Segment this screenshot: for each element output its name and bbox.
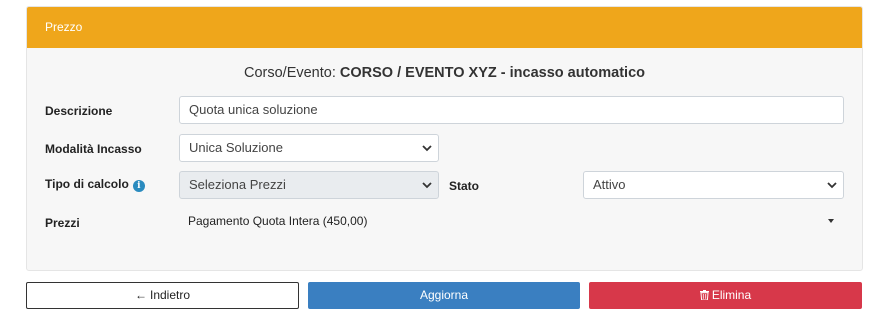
modalita-incasso-value: Unica Soluzione xyxy=(189,140,283,155)
trash-icon xyxy=(699,290,709,300)
descrizione-label: Descrizione xyxy=(45,104,113,118)
course-subtitle-prefix: Corso/Evento: xyxy=(243,65,340,81)
prezzi-select[interactable]: Pagamento Quota Intera (450,00) xyxy=(179,210,842,232)
info-icon[interactable]: i xyxy=(132,180,145,192)
prezzi-value: Pagamento Quota Intera (450,00) xyxy=(188,214,368,228)
prezzi-label: Prezzi xyxy=(45,216,80,230)
chevron-down-icon xyxy=(422,145,432,152)
panel-title: Prezzo xyxy=(27,7,862,48)
update-label: Aggiorna xyxy=(419,288,469,302)
tipo-calcolo-value: Seleziona Prezzi xyxy=(189,177,286,192)
modalita-incasso-select[interactable]: Unica Soluzione xyxy=(179,134,439,162)
modalita-incasso-label: Modalità Incasso xyxy=(45,142,142,156)
course-name: CORSO / EVENTO XYZ - incasso automatico xyxy=(339,65,646,81)
chevron-down-icon xyxy=(827,182,837,189)
update-button[interactable]: Aggiorna xyxy=(308,282,580,309)
delete-button[interactable]: Elimina xyxy=(589,282,862,309)
tipo-calcolo-label: Tipo di calcolo xyxy=(45,177,129,191)
back-label: Indietro xyxy=(149,288,191,302)
stato-value: Attivo xyxy=(593,177,626,192)
descrizione-value: Quota unica soluzione xyxy=(189,102,318,117)
stato-label: Stato xyxy=(449,179,479,193)
arrow-left-icon: ← xyxy=(134,288,147,302)
stato-select[interactable]: Attivo xyxy=(583,171,844,199)
delete-label: Elimina xyxy=(711,288,752,302)
tipo-calcolo-select[interactable]: Seleziona Prezzi xyxy=(179,171,439,199)
course-subtitle: Corso/Evento: CORSO / EVENTO XYZ - incas… xyxy=(27,65,862,81)
caret-down-icon xyxy=(828,219,834,223)
tipo-calcolo-label-wrap: Tipo di calcolo i xyxy=(45,177,145,192)
descrizione-input[interactable]: Quota unica soluzione xyxy=(179,96,844,124)
back-button[interactable]: ← Indietro xyxy=(26,282,299,309)
chevron-down-icon xyxy=(422,182,432,189)
